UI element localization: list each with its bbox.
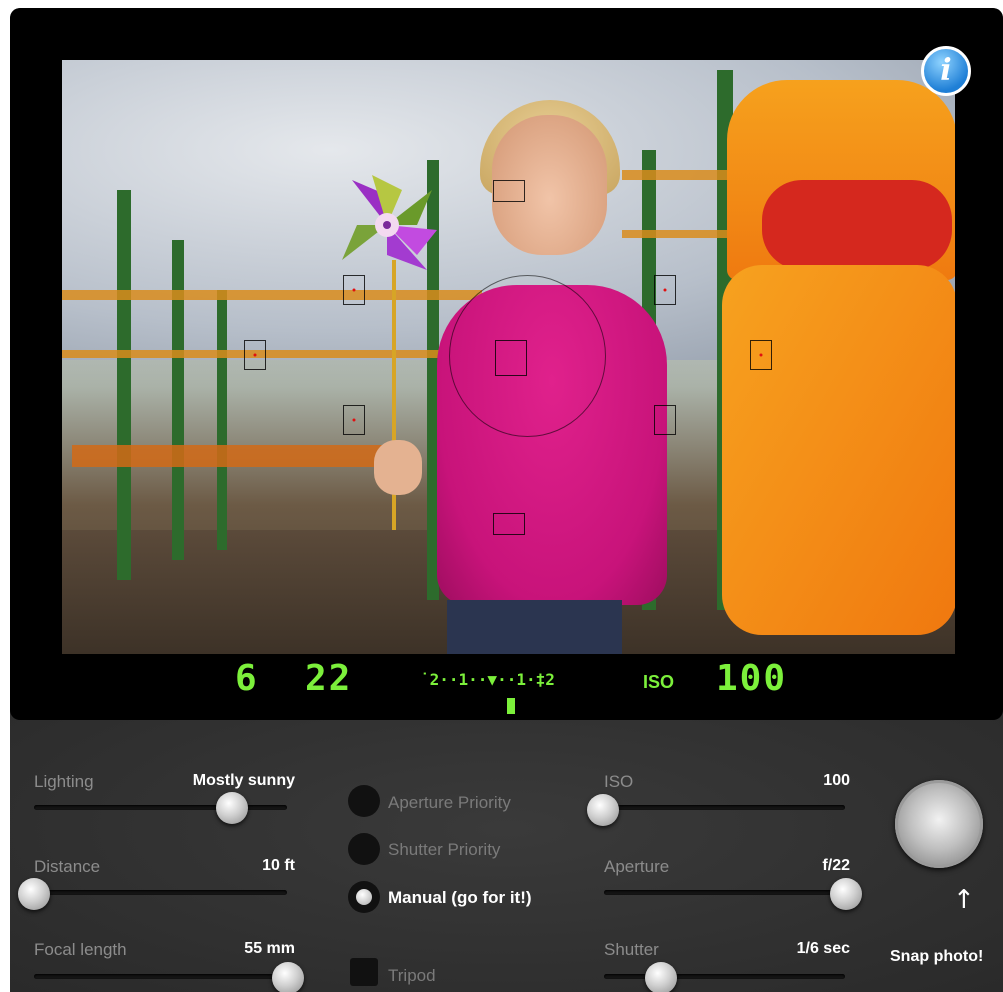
playground-pole [217,290,227,550]
aperture-slider-knob[interactable] [830,878,862,910]
aperture-priority-radio[interactable] [348,785,380,817]
focal-length-value: 55 mm [244,940,295,957]
info-icon[interactable]: i [921,46,971,96]
tripod-label[interactable]: Tripod [388,966,436,986]
shutter-slider-knob[interactable] [645,962,677,992]
metering-circle [449,275,606,437]
playground-pole [117,190,131,580]
camera-simulator-app: i 6 22 ˙2··1··▼··1·‡2 ISO 100 Lighting M… [10,8,1003,992]
focus-point [343,405,365,435]
red-slide [762,180,952,270]
iso-value: 100 [823,772,850,789]
focal-length-slider-knob[interactable] [272,962,304,992]
shutter-priority-label[interactable]: Shutter Priority [388,840,500,860]
aperture-slider-track[interactable] [604,890,845,895]
control-panel: Lighting Mostly sunny Distance 10 ft Foc… [10,720,1003,992]
playground-pole [172,240,184,560]
playground-rail [62,290,482,300]
playground-bridge [72,445,402,467]
focus-point [343,275,365,305]
manual-mode-radio[interactable] [348,881,380,913]
lighting-slider-knob[interactable] [216,792,248,824]
manual-mode-label[interactable]: Manual (go for it!) [388,888,532,908]
snap-photo-label: Snap photo! [890,948,984,965]
pinwheel [342,175,437,270]
scene-photo [62,60,955,654]
focus-point [493,513,525,535]
aperture-value: f/22 [822,857,850,874]
aperture-priority-label[interactable]: Aperture Priority [388,793,511,813]
distance-slider-track[interactable] [34,890,287,895]
focus-point [493,180,525,202]
exposure-scale: ˙2··1··▼··1·‡2 [420,670,555,689]
focus-point [244,340,266,370]
distance-label: Distance [34,857,101,876]
focal-length-slider-track[interactable] [34,974,287,979]
iso-label: ISO [604,772,634,791]
lighting-label: Lighting [34,772,94,791]
focus-point [654,405,676,435]
shutter-slider-track[interactable] [604,974,845,979]
orange-slide [722,265,955,635]
iso-readout-label: ISO [643,672,675,692]
focus-point [654,275,676,305]
viewfinder: i 6 22 ˙2··1··▼··1·‡2 ISO 100 [10,8,1003,720]
shutter-label: Shutter [604,940,659,959]
iso-slider-knob[interactable] [587,794,619,826]
distance-value: 10 ft [262,857,295,874]
arrow-up-icon: ↑ [953,885,975,915]
shutter-readout: 6 [235,658,259,699]
lighting-slider-track[interactable] [34,805,287,810]
lighting-value: Mostly sunny [192,772,295,789]
snap-photo-button[interactable] [895,780,983,868]
playground-rail [622,170,742,180]
focal-length-label: Focal length [34,940,127,959]
iso-readout: 100 [716,658,788,699]
exposure-needle [507,698,515,714]
girl-hand [374,440,422,495]
aperture-label: Aperture [604,857,670,876]
focus-point [750,340,772,370]
iso-slider-track[interactable] [604,805,845,810]
shutter-priority-radio[interactable] [348,833,380,865]
aperture-readout: 22 [305,658,353,699]
girl-jeans [447,600,622,654]
shutter-value: 1/6 sec [796,940,850,957]
playground-rail [622,230,742,238]
distance-slider-knob[interactable] [18,878,50,910]
focus-point-center [495,340,527,376]
tripod-checkbox[interactable] [350,958,378,986]
